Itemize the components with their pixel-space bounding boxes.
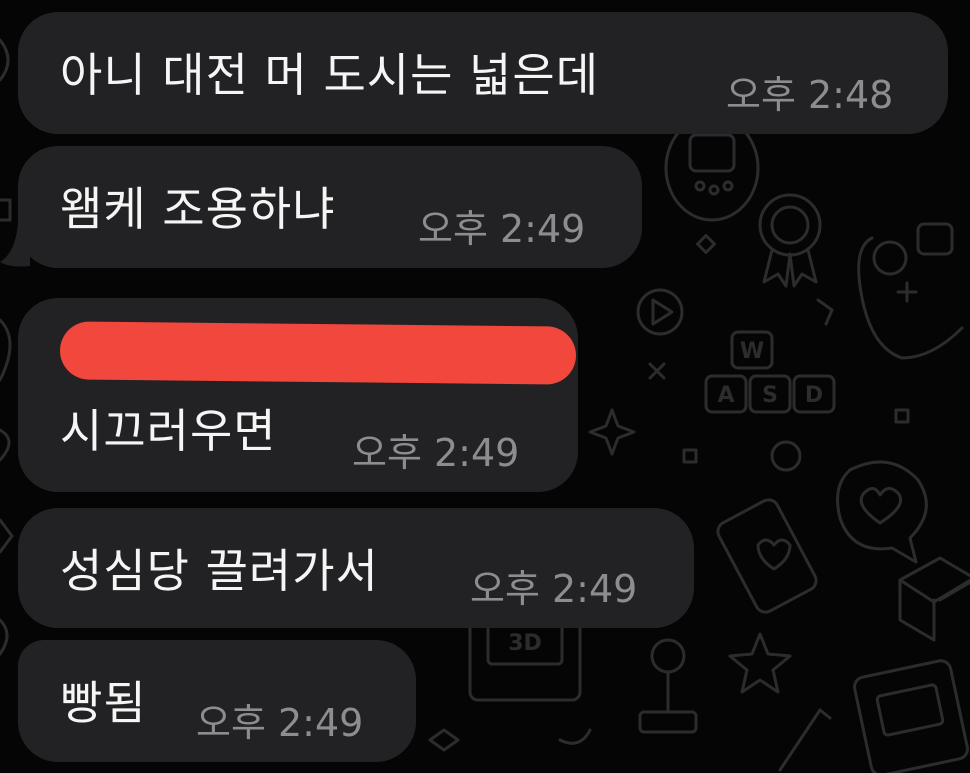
gamepad-icon — [857, 222, 964, 360]
message-time-1: 오후 2:48 — [726, 73, 894, 117]
keycap-d: D — [805, 383, 823, 408]
message-bubble-1[interactable]: 아니 대전 머 도시는 넓은데 오후 2:48 — [18, 12, 948, 134]
message-bubble-3[interactable]: 시끄러우면 오후 2:49 — [18, 298, 578, 492]
message-bubble-5[interactable]: 빵됨 오후 2:49 — [18, 640, 416, 762]
keycap-a: A — [717, 383, 734, 408]
badge-icon — [758, 193, 822, 288]
play-icon — [636, 288, 684, 336]
message-text-1: 아니 대전 머 도시는 넓은데 — [60, 48, 600, 102]
chat-screen: W A S D 3D 아니 대전 머 도시는 넓은데 오후 2:48 왬케 조용… — [0, 0, 970, 773]
message-text-2: 왬케 조용하냐 — [60, 182, 336, 236]
bubble-tail — [0, 222, 30, 267]
console-label: 3D — [508, 631, 542, 656]
redaction-mark — [59, 321, 577, 385]
keycap-s: S — [762, 383, 778, 408]
message-text-4: 성심당 끌려가서 — [60, 544, 379, 598]
star-icon — [728, 632, 792, 694]
message-bubble-2[interactable]: 왬케 조용하냐 오후 2:49 — [18, 146, 642, 268]
joystick-icon — [638, 638, 698, 734]
message-time-2: 오후 2:49 — [418, 207, 586, 251]
heart-bubble-icon — [836, 460, 928, 564]
message-text-3: 시끄러우면 — [60, 404, 277, 458]
message-time-5: 오후 2:49 — [196, 701, 364, 745]
phone-heart-icon — [716, 498, 818, 614]
message-bubble-4[interactable]: 성심당 끌려가서 오후 2:49 — [18, 508, 694, 628]
message-text-5: 빵됨 — [60, 676, 147, 730]
message-time-4: 오후 2:49 — [470, 567, 638, 611]
handheld-console-icon — [853, 659, 969, 773]
keycap-w: W — [740, 339, 764, 364]
message-time-3: 오후 2:49 — [352, 431, 520, 475]
